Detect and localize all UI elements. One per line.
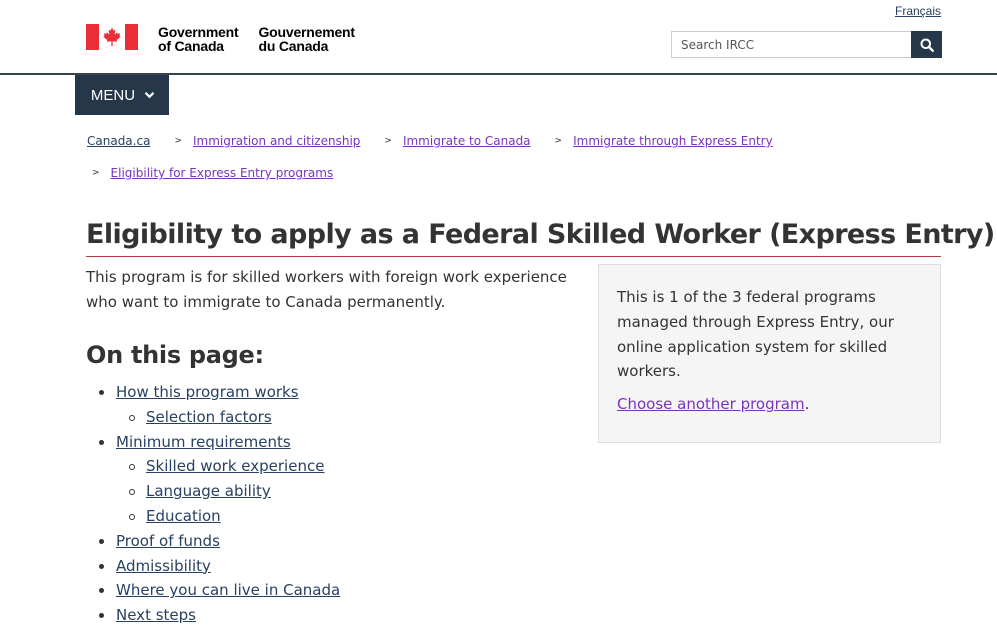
- breadcrumb-immigrate-to-canada[interactable]: Immigrate to Canada: [403, 134, 531, 148]
- chevron-right-icon: >: [92, 168, 100, 178]
- search-icon: [920, 38, 934, 52]
- signature-en-line-1: Government: [158, 24, 239, 40]
- toc-item: Admissibility: [86, 554, 486, 579]
- search-button[interactable]: [911, 31, 942, 58]
- intro-paragraph: This program is for skilled workers with…: [86, 268, 567, 311]
- toc-item: Next steps: [86, 603, 486, 628]
- search-form: [671, 31, 942, 58]
- breadcrumb-express-entry[interactable]: Immigrate through Express Entry: [573, 134, 773, 148]
- toc-subitem: Selection factors: [116, 405, 486, 430]
- toc-subitem: Skilled work experience: [116, 454, 486, 479]
- breadcrumb-immigration-citizenship[interactable]: Immigration and citizenship: [193, 134, 360, 148]
- signature-fr-line-2: du Canada: [258, 38, 329, 54]
- chevron-down-icon: [144, 92, 155, 99]
- signature-french: Gouvernement du Canada: [258, 24, 355, 54]
- search-input[interactable]: [671, 31, 911, 58]
- chevron-right-icon: >: [554, 136, 563, 146]
- government-signature[interactable]: Government of Canada Gouvernement du Can…: [86, 24, 355, 53]
- canada-flag-icon: [86, 24, 138, 50]
- toc-link-education[interactable]: Education: [146, 507, 221, 525]
- breadcrumb-eligibility[interactable]: Eligibility for Express Entry programs: [111, 166, 334, 180]
- table-of-contents: How this program works Selection factors…: [86, 380, 486, 628]
- title-underline: [86, 256, 941, 257]
- link-period: .: [804, 395, 810, 414]
- chevron-right-icon: >: [174, 136, 182, 146]
- toc-subitem: Education: [116, 504, 486, 529]
- toc-link-where-you-can-live[interactable]: Where you can live in Canada: [116, 581, 340, 599]
- toc-link-skilled-work-experience[interactable]: Skilled work experience: [146, 457, 324, 475]
- on-this-page-heading: On this page:: [86, 341, 264, 369]
- choose-another-program-link[interactable]: Choose another program: [617, 395, 805, 413]
- toc-subitem: Language ability: [116, 479, 486, 504]
- breadcrumb-row: Canada.ca > Immigration and citizenship …: [87, 131, 947, 151]
- toc-link-admissibility[interactable]: Admissibility: [116, 557, 211, 575]
- toc-link-minimum-requirements[interactable]: Minimum requirements: [116, 433, 291, 451]
- signature-fr-line-1: Gouvernement: [258, 24, 355, 40]
- toc-link-next-steps[interactable]: Next steps: [116, 606, 196, 624]
- breadcrumb-canada-ca[interactable]: Canada.ca: [87, 134, 150, 148]
- page: Français Government of Canada Gouverneme…: [0, 0, 997, 631]
- toc-item: Where you can live in Canada: [86, 578, 486, 603]
- toc-item: Proof of funds: [86, 529, 486, 554]
- signature-en-line-2: of Canada: [158, 38, 224, 54]
- breadcrumb: Canada.ca > Immigration and citizenship …: [87, 131, 947, 183]
- toc-link-selection-factors[interactable]: Selection factors: [146, 408, 272, 426]
- toc-link-proof-of-funds[interactable]: Proof of funds: [116, 532, 220, 550]
- info-panel-text: This is 1 of the 3 federal programs mana…: [617, 288, 894, 381]
- toc-link-language-ability[interactable]: Language ability: [146, 482, 271, 500]
- info-panel-link-line: Choose another program.: [617, 392, 922, 417]
- signature-english: Government of Canada: [158, 24, 239, 54]
- page-title: Eligibility to apply as a Federal Skille…: [86, 219, 995, 250]
- menu-button[interactable]: MENU: [75, 75, 169, 115]
- menu-label: MENU: [90, 86, 136, 104]
- toc-link-how-program-works[interactable]: How this program works: [116, 383, 299, 401]
- breadcrumb-row: > Eligibility for Express Entry programs: [87, 163, 947, 183]
- toc-item: Minimum requirements Skilled work experi…: [86, 430, 486, 529]
- language-toggle-link[interactable]: Français: [895, 4, 941, 18]
- toc-item: How this program works Selection factors: [86, 380, 486, 430]
- chevron-right-icon: >: [384, 136, 392, 146]
- express-entry-info-panel: This is 1 of the 3 federal programs mana…: [598, 264, 941, 443]
